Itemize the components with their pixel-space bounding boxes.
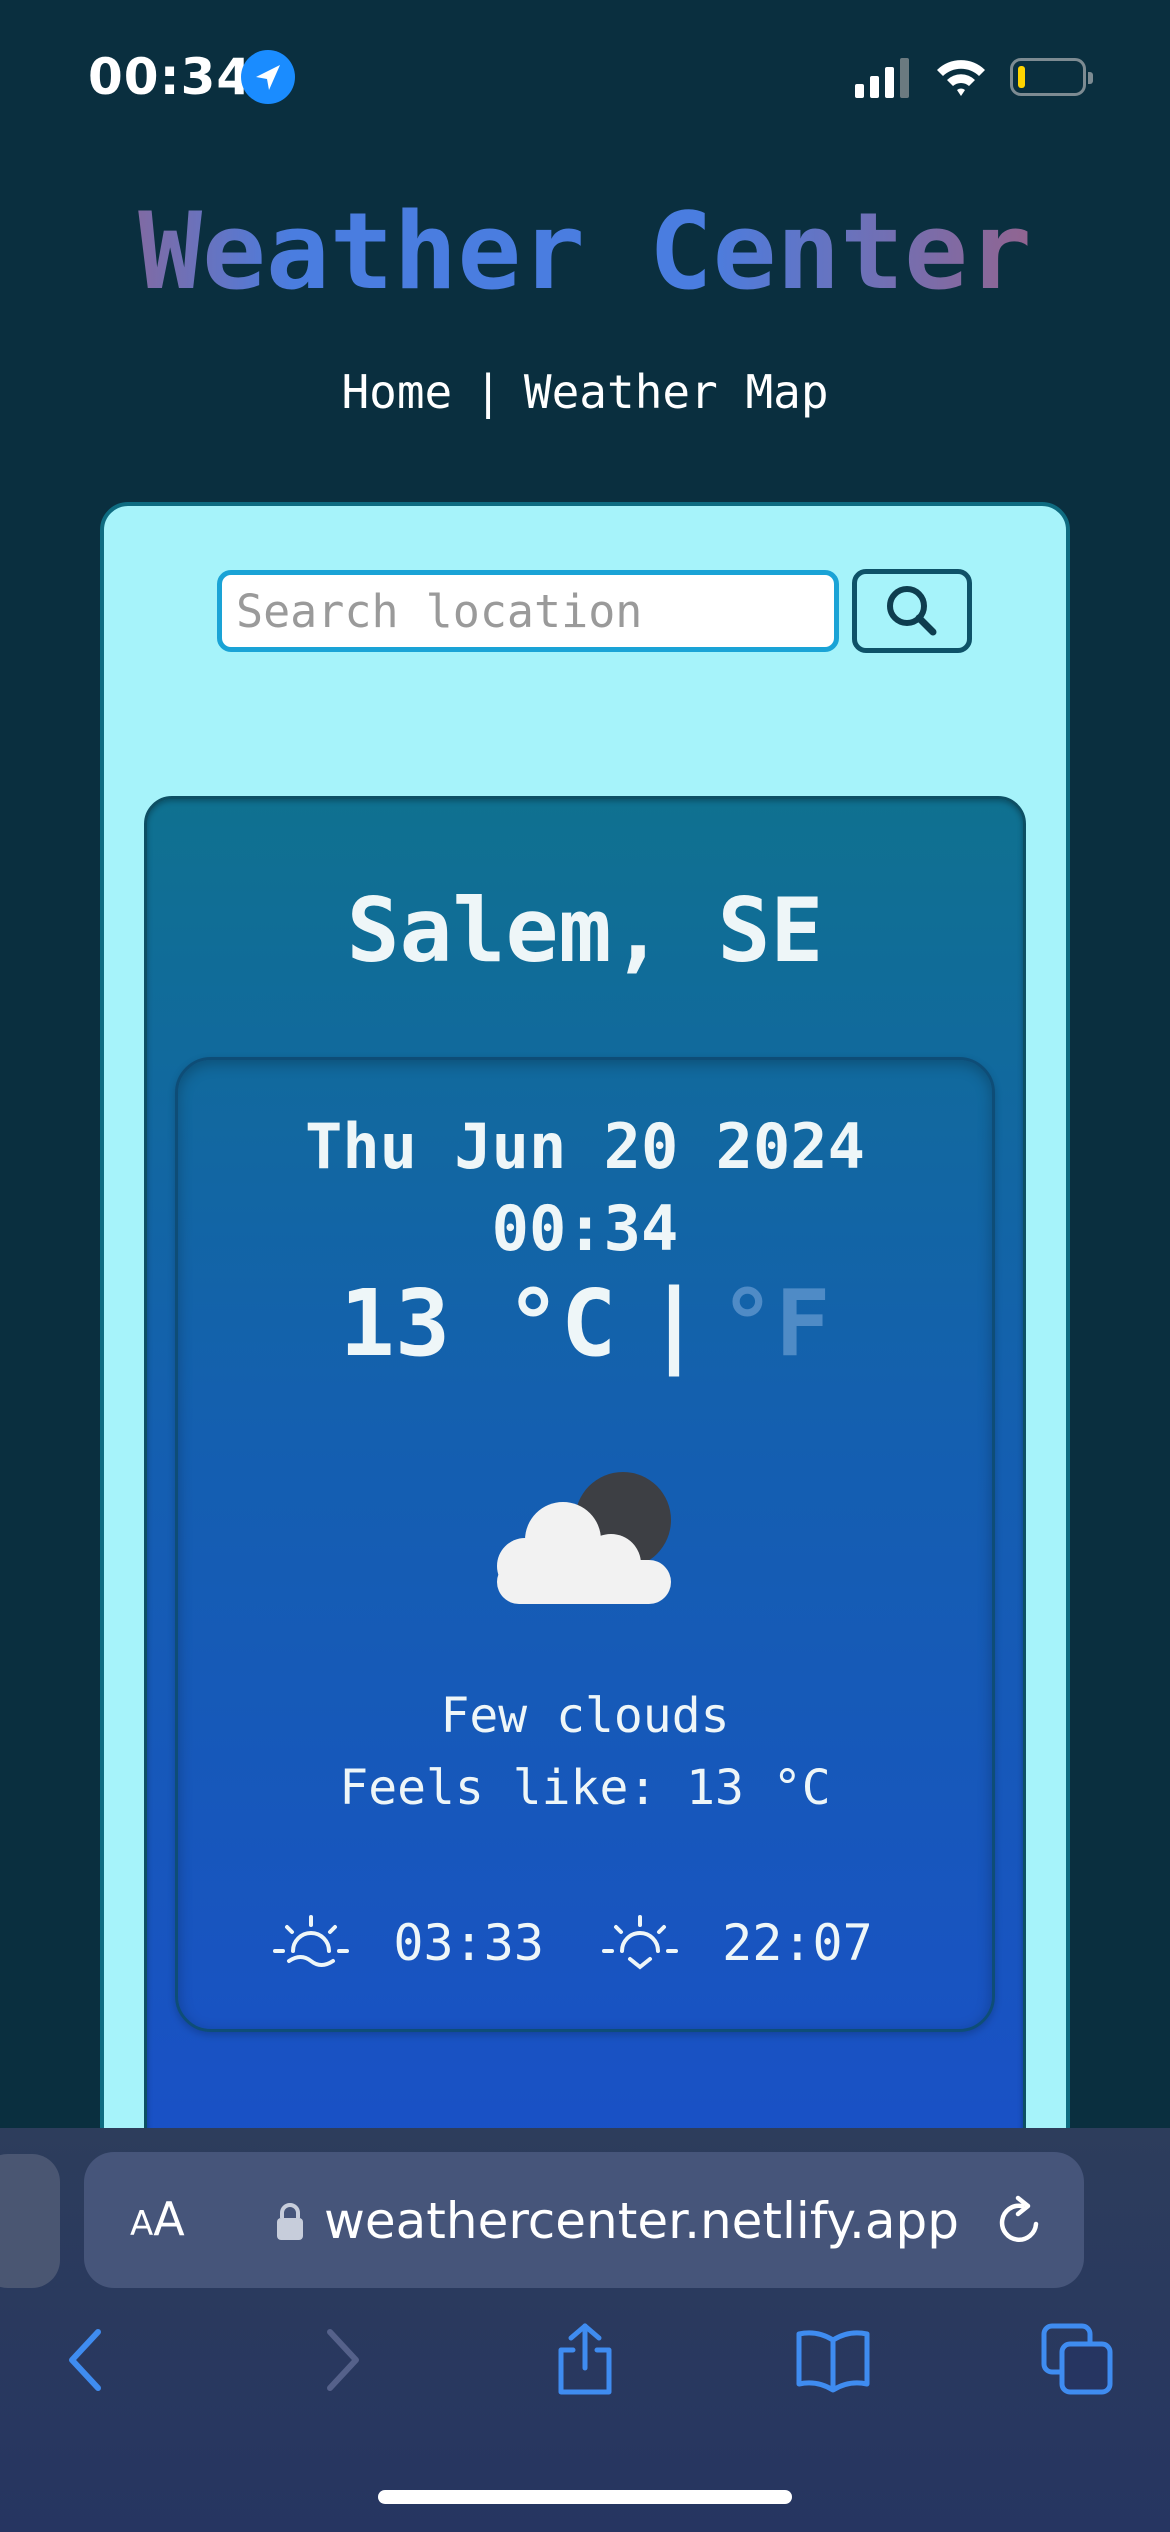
home-indicator[interactable] [378,2490,792,2504]
bookmarks-icon[interactable] [795,2322,871,2398]
address-bar[interactable]: AA weathercenter.netlify.app [84,2152,1084,2288]
sunrise-icon [273,1914,350,1967]
date: Thu Jun 20 2024 [305,1110,865,1183]
search-input[interactable] [217,570,839,652]
unit-celsius-toggle[interactable]: °C [506,1270,617,1377]
search-button[interactable] [852,569,972,653]
previous-tab[interactable] [0,2154,60,2288]
main-nav: Home | Weather Map [0,365,1170,419]
aa-small: A [130,2204,154,2244]
temperature-row: 13 °C | °F [178,1270,992,1377]
nav-separator: | [474,365,502,419]
weather-description: Few clouds [440,1688,730,1744]
few-clouds-night-icon [497,1472,671,1604]
sunrise-time: 03:33 [393,1913,544,1972]
sunset-icon [602,1914,679,1970]
unit-divider: | [646,1270,702,1377]
weather-card: Salem, SE Thu Jun 20 2024 00:34 13 °C | °F… [144,796,1026,2198]
aa-large: A [153,2192,185,2246]
nav-weather-map-link[interactable]: Weather Map [524,365,829,419]
lock-icon [277,2203,303,2240]
location-arrow-icon [241,50,295,104]
forward-icon[interactable] [302,2322,378,2398]
main-panel: Salem, SE Thu Jun 20 2024 00:34 13 °C |°F… [100,502,1070,2202]
city-name: Salem, SE [346,879,824,982]
page-settings-button[interactable]: AA [130,2192,185,2246]
tabs-icon[interactable] [1040,2322,1116,2398]
feels-like: Feels like: 13 °C [339,1760,831,1816]
temperature-value: 13 [339,1270,451,1377]
sunset-time: 22:07 [722,1913,873,1972]
wifi-icon [937,60,985,96]
search-icon [887,586,937,636]
url-text[interactable]: weathercenter.netlify.app [324,2192,959,2250]
battery-level [1018,66,1025,88]
cellular-signal-icon [855,58,909,98]
back-icon[interactable] [50,2322,126,2398]
reload-icon[interactable] [992,2194,1048,2250]
site-title: Weather Center [0,190,1170,313]
nav-home-link[interactable]: Home [341,365,452,419]
battery-icon [1010,58,1093,96]
status-bar: 00:34 [0,0,1170,150]
sun-times: 03:33 22:07 [178,1910,992,1973]
unit-fahrenheit-toggle[interactable]: °F [720,1270,831,1377]
local-time: 00:34 [491,1192,679,1265]
share-icon[interactable] [547,2322,623,2398]
current-conditions: Thu Jun 20 2024 00:34 13 °C | °F Few cloud… [175,1057,995,2032]
status-time: 00:34 [88,48,253,106]
